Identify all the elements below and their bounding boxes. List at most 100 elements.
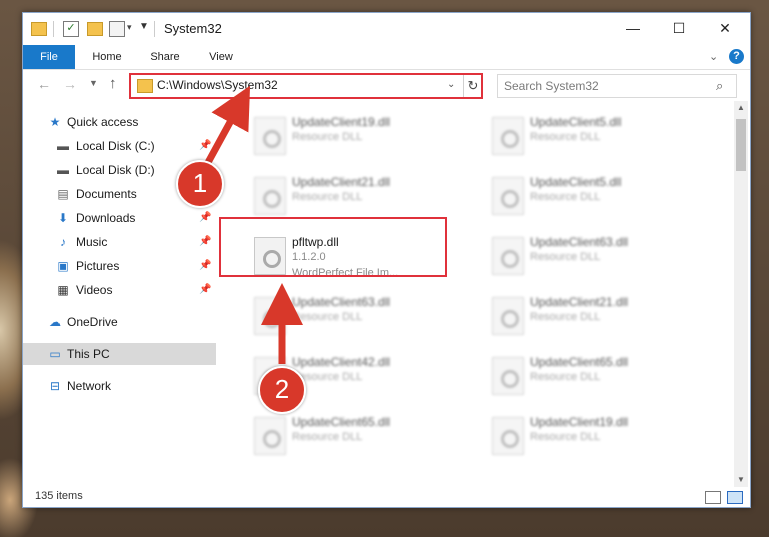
file-highlight-box xyxy=(219,217,447,277)
dll-file-icon xyxy=(492,297,524,335)
file-description: Resource DLL xyxy=(292,311,363,323)
computer-icon: ▭ xyxy=(49,347,61,361)
forward-arrow-icon[interactable]: → xyxy=(63,76,77,92)
file-item[interactable]: UpdateClient21.dll Resource DLL xyxy=(244,169,472,221)
back-arrow-icon[interactable]: ← xyxy=(37,76,51,92)
expand-ribbon-icon[interactable]: ⌄ xyxy=(709,50,718,63)
pin-icon[interactable]: 📌 xyxy=(199,284,211,295)
step-1-badge: 1 xyxy=(176,160,224,208)
dll-file-icon xyxy=(492,237,524,275)
sidebar-item-label: Quick access xyxy=(67,115,139,129)
sidebar-item-downloads[interactable]: ⬇ Downloads 📌 xyxy=(23,207,216,229)
pin-icon[interactable]: 📌 xyxy=(199,260,211,271)
up-arrow-icon[interactable]: ↑ xyxy=(109,75,117,92)
tab-share[interactable]: Share xyxy=(139,45,191,69)
properties-check-icon[interactable]: ✓ xyxy=(63,21,79,37)
file-item[interactable]: UpdateClient65.dll Resource DLL xyxy=(244,409,472,461)
ribbon-tabs: File Home Share View ⌄ ? xyxy=(23,45,750,70)
dll-file-icon xyxy=(492,177,524,215)
sidebar-item-videos[interactable]: ▦ Videos 📌 xyxy=(23,279,216,301)
item-count: 135 items xyxy=(35,490,83,502)
sidebar-item-quick-access[interactable]: ★ Quick access xyxy=(23,111,216,133)
large-icons-view-icon[interactable] xyxy=(727,491,743,504)
vertical-scrollbar[interactable]: ▲ ▼ xyxy=(734,101,748,487)
sidebar-item-pictures[interactable]: ▣ Pictures 📌 xyxy=(23,255,216,277)
network-icon: ⊟ xyxy=(49,379,61,393)
details-view-icon[interactable] xyxy=(705,491,721,504)
pin-icon[interactable]: 📌 xyxy=(199,236,211,247)
address-dropdown-icon[interactable]: ⌄ xyxy=(447,79,455,90)
navigation-bar: ← → ▼ ↑ C:\Windows\System32 ⌄ ↻ Search S… xyxy=(23,70,750,100)
star-icon: ★ xyxy=(49,115,61,129)
sidebar-item-label: This PC xyxy=(67,347,110,361)
file-description: Resource DLL xyxy=(530,191,601,203)
minimize-button[interactable]: — xyxy=(610,13,656,43)
file-name: UpdateClient19.dll xyxy=(530,415,629,429)
file-description: Resource DLL xyxy=(530,131,601,143)
folder-icon[interactable] xyxy=(31,22,47,36)
sidebar-item-onedrive[interactable]: ☁ OneDrive xyxy=(23,311,216,333)
address-bar[interactable]: C:\Windows\System32 ⌄ ↻ xyxy=(129,73,483,99)
sidebar-item-music[interactable]: ♪ Music 📌 xyxy=(23,231,216,253)
dll-file-icon xyxy=(254,417,286,455)
file-name: UpdateClient5.dll xyxy=(530,175,622,189)
refresh-icon[interactable]: ↻ xyxy=(463,75,482,97)
folder-icon xyxy=(137,79,153,93)
search-icon[interactable]: ⌕ xyxy=(716,78,723,94)
file-description: Resource DLL xyxy=(530,251,601,263)
file-item[interactable]: UpdateClient5.dll Resource DLL xyxy=(482,169,710,221)
documents-icon: ▤ xyxy=(57,187,69,201)
tab-view[interactable]: View xyxy=(195,45,247,69)
file-item[interactable]: UpdateClient19.dll Resource DLL xyxy=(482,409,710,461)
quick-access-dropdown-icon[interactable]: ▼ xyxy=(139,21,149,32)
dll-file-icon xyxy=(254,297,286,335)
file-description: Resource DLL xyxy=(530,431,601,443)
sidebar-item-label: Videos xyxy=(76,283,113,297)
address-path[interactable]: C:\Windows\System32 xyxy=(157,78,278,92)
search-input[interactable]: Search System32 ⌕ xyxy=(497,74,737,98)
caret-down-icon[interactable]: ▾ xyxy=(127,22,132,33)
file-name: UpdateClient19.dll xyxy=(292,115,391,129)
sidebar-item-this-pc[interactable]: ▭ This PC xyxy=(23,343,216,365)
scroll-up-icon[interactable]: ▲ xyxy=(734,101,748,115)
sidebar-item-label: Documents xyxy=(76,187,137,201)
dll-file-icon xyxy=(254,117,286,155)
sidebar-item-network[interactable]: ⊟ Network xyxy=(23,375,216,397)
sidebar-item-label: Network xyxy=(67,379,112,393)
step-2-badge: 2 xyxy=(258,366,306,414)
title-bar: ✓ ▾ ▼ System32 — ☐ ✕ xyxy=(23,13,750,45)
file-item[interactable]: UpdateClient63.dll Resource DLL xyxy=(244,289,472,341)
pin-icon[interactable]: 📌 xyxy=(199,140,211,151)
download-icon: ⬇ xyxy=(57,211,69,225)
tab-home[interactable]: Home xyxy=(81,45,133,69)
file-name: UpdateClient65.dll xyxy=(530,355,629,369)
videos-icon: ▦ xyxy=(57,283,69,297)
scroll-down-icon[interactable]: ▼ xyxy=(734,473,748,487)
status-bar: 135 items xyxy=(23,487,750,507)
new-folder-icon[interactable] xyxy=(87,22,103,36)
file-name: UpdateClient42.dll xyxy=(292,355,391,369)
scrollbar-thumb[interactable] xyxy=(736,119,746,171)
file-item[interactable]: UpdateClient63.dll Resource DLL xyxy=(482,229,710,281)
customize-toolbar-icon[interactable] xyxy=(109,21,125,37)
file-description: Resource DLL xyxy=(530,311,601,323)
sidebar-item-label: Downloads xyxy=(76,211,136,225)
sidebar-item-local-disk-c[interactable]: ▬ Local Disk (C:) 📌 xyxy=(23,135,216,157)
sidebar-item-label: Pictures xyxy=(76,259,120,273)
maximize-button[interactable]: ☐ xyxy=(656,13,702,43)
file-item[interactable]: UpdateClient21.dll Resource DLL xyxy=(482,289,710,341)
file-item[interactable]: UpdateClient5.dll Resource DLL xyxy=(482,109,710,161)
sidebar-item-label: Music xyxy=(76,235,108,249)
sidebar-item-label: OneDrive xyxy=(67,315,118,329)
file-item[interactable]: UpdateClient65.dll Resource DLL xyxy=(482,349,710,401)
tab-file[interactable]: File xyxy=(23,45,75,69)
help-icon[interactable]: ? xyxy=(729,49,744,64)
recent-locations-icon[interactable]: ▼ xyxy=(89,78,98,88)
sidebar-item-label: Local Disk (D:) xyxy=(76,163,155,177)
file-name: UpdateClient21.dll xyxy=(530,295,629,309)
file-item[interactable]: UpdateClient19.dll Resource DLL xyxy=(244,109,472,161)
dll-file-icon xyxy=(254,177,286,215)
close-button[interactable]: ✕ xyxy=(702,13,748,43)
dll-file-icon xyxy=(492,117,524,155)
pin-icon[interactable]: 📌 xyxy=(199,212,211,223)
